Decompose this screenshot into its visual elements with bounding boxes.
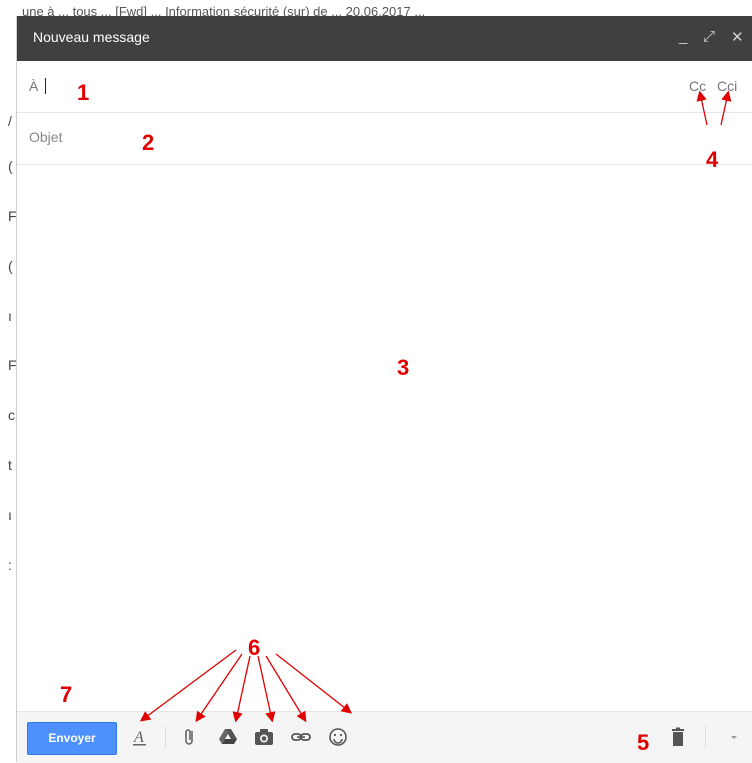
photo-icon[interactable] [253,726,275,748]
annotation-6: 6 [248,635,261,660]
compose-window: Nouveau message _ ⤢ ✕ À Cc Cci Objet Env… [16,16,752,763]
annotation-2: 2 [142,130,155,155]
attach-icon[interactable] [179,726,201,748]
svg-text:A: A [133,729,144,746]
cc-link[interactable]: Cc [689,78,706,94]
trash-icon[interactable] [667,726,689,748]
subject-placeholder: Objet [29,129,63,145]
subject-field[interactable]: Objet [17,113,752,165]
annotation-1: 1 [77,80,90,105]
close-icon[interactable]: ✕ [731,28,744,46]
compose-title: Nouveau message [33,29,150,45]
toolbar-separator [705,726,706,748]
annotation-5: 5 [637,730,650,755]
annotation-4: 4 [706,147,719,172]
toolbar-separator [165,726,166,748]
annotation-7: 7 [60,682,73,707]
message-body[interactable] [17,165,752,711]
text-format-icon[interactable]: A [129,726,151,748]
to-field[interactable]: À Cc Cci [17,61,752,113]
drive-icon[interactable] [217,726,239,748]
to-label: À [29,78,39,94]
link-icon[interactable] [290,726,312,748]
minimize-icon[interactable]: _ [679,28,687,45]
more-options-icon[interactable] [723,726,745,748]
send-button[interactable]: Envoyer [27,722,117,755]
compose-titlebar: Nouveau message _ ⤢ ✕ [17,16,752,61]
emoji-icon[interactable] [327,726,349,748]
annotation-3: 3 [397,355,410,380]
background-top-text: une à ... tous ... [Fwd] ... Information… [22,4,426,16]
expand-icon[interactable]: ⤢ [703,28,715,45]
text-cursor [45,78,46,94]
background-strip: / ( F ( ı F c t ı : [0,0,17,762]
cci-link[interactable]: Cci [717,78,737,94]
